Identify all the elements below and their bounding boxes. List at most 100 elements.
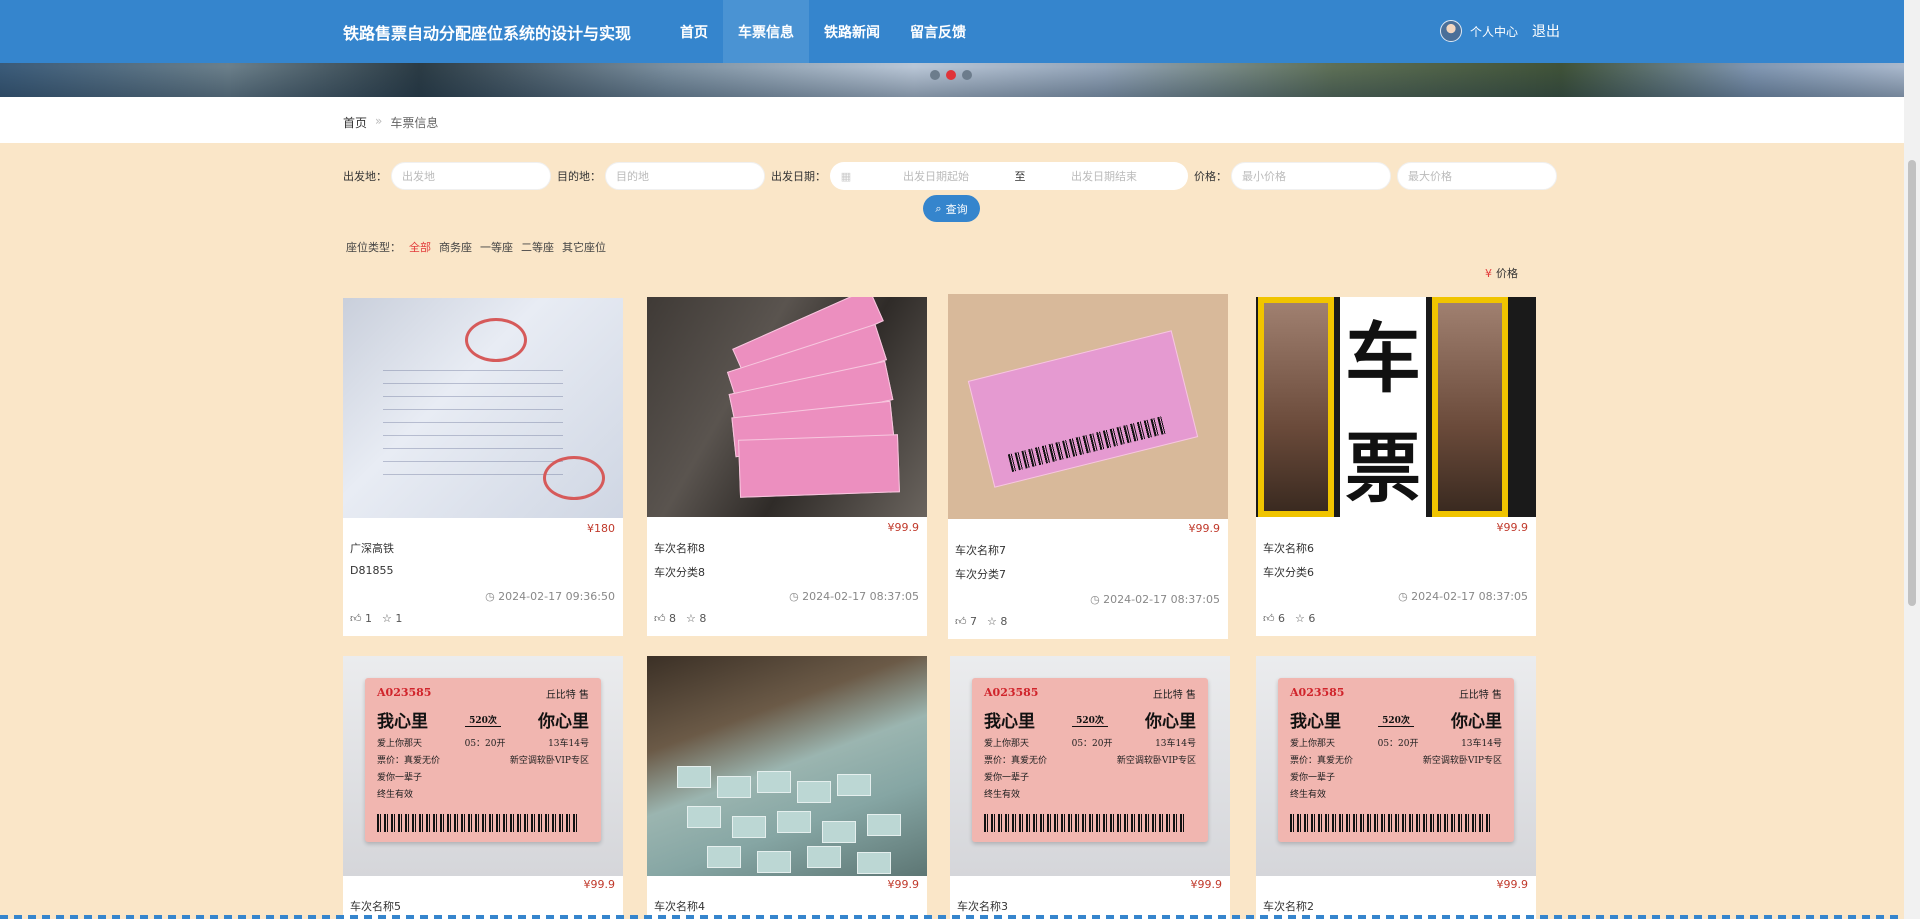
search-form: 出发地： 出发地 目的地： 目的地 出发日期： ▦ 出发日期起始 至 出发日期结… xyxy=(343,162,1563,190)
like-count[interactable]: 👍︎ 6 xyxy=(1263,612,1285,625)
ticket-time: ◷ 2024-02-17 09:36:50 xyxy=(485,590,615,603)
ticket-price: ¥99.9 xyxy=(887,521,920,534)
ticket-category: 车次分类6 xyxy=(1263,566,1314,579)
seat-filter-first[interactable]: 一等座 xyxy=(480,239,513,255)
ticket-image[interactable]: A023585 丘比特 售 我心里 520次 你心里 爱上你那天 05：20开 13车1… xyxy=(343,656,623,876)
thumbs-up-icon: 👍︎ xyxy=(955,615,967,628)
ticket-card[interactable]: 车 票 ¥99.9 车次名称6 车次分类6 ◷ 2024-02-17 08:37… xyxy=(1256,297,1536,636)
user-area: 个人中心 退出 xyxy=(1440,20,1560,42)
user-center-link[interactable]: 个人中心 xyxy=(1470,23,1518,40)
price-max-input[interactable]: 最大价格 xyxy=(1397,162,1557,190)
thumbs-up-icon: 👍︎ xyxy=(654,612,666,625)
ticket-card[interactable]: ¥99.9 车次名称7 车次分类7 ◷ 2024-02-17 08:37:05 … xyxy=(948,294,1228,639)
carousel-dots xyxy=(930,70,972,80)
ticket-card[interactable]: A023585 丘比特 售 我心里 520次 你心里 爱上你那天 05：20开 13车1… xyxy=(343,656,623,919)
bottom-divider xyxy=(0,915,1904,919)
site-title[interactable]: 铁路售票自动分配座位系统的设计与实现 xyxy=(343,20,631,44)
ticket-price: ¥99.9 xyxy=(1188,522,1221,535)
favorite-count[interactable]: ☆ 1 xyxy=(382,612,402,625)
destination-input[interactable]: 目的地 xyxy=(605,162,765,190)
vertical-scrollbar[interactable] xyxy=(1904,0,1920,919)
favorite-count[interactable]: ☆ 8 xyxy=(987,615,1007,628)
seat-filter-business[interactable]: 商务座 xyxy=(439,239,472,255)
ticket-card[interactable]: A023585 丘比特 售 我心里 520次 你心里 爱上你那天 05：20开 13车1… xyxy=(1256,656,1536,919)
favorite-count-value: 8 xyxy=(1000,615,1008,628)
date-range-picker[interactable]: ▦ 出发日期起始 至 出发日期结束 xyxy=(830,162,1188,190)
seat-filter-all[interactable]: 全部 xyxy=(409,239,431,255)
ticket-time-value: 2024-02-17 08:37:05 xyxy=(802,590,919,603)
ticket-name: 车次名称7 xyxy=(955,544,1006,557)
scrollbar-thumb[interactable] xyxy=(1908,160,1916,606)
date-end-input[interactable]: 出发日期结束 xyxy=(1030,168,1178,184)
star-icon: ☆ xyxy=(686,612,696,625)
calendar-icon: ▦ xyxy=(840,169,852,183)
ticket-image[interactable] xyxy=(647,297,927,517)
ticket-price: ¥99.9 xyxy=(1190,878,1223,891)
like-count[interactable]: 👍︎ 7 xyxy=(955,615,977,628)
favorite-count[interactable]: ☆ 8 xyxy=(686,612,706,625)
logout-link[interactable]: 退出 xyxy=(1532,21,1560,41)
seat-filter-second[interactable]: 二等座 xyxy=(521,239,554,255)
breadcrumb-bar: 首页 » 车票信息 xyxy=(0,97,1904,143)
ticket-card[interactable]: ¥180 广深高铁 D81855 ◷ 2024-02-17 09:36:50 👍… xyxy=(343,298,623,636)
carousel-dot[interactable] xyxy=(962,70,972,80)
thumbs-up-icon: 👍︎ xyxy=(1263,612,1275,625)
ticket-stats: 👍︎ 8 ☆ 8 xyxy=(654,612,706,625)
search-button[interactable]: ⌕ 查询 xyxy=(923,195,980,222)
favorite-count-value: 8 xyxy=(699,612,707,625)
ticket-name: 车次名称3 xyxy=(957,900,1008,913)
seat-type-filter: 座位类型： 全部 商务座 一等座 二等座 其它座位 xyxy=(346,239,606,255)
seat-filter-other[interactable]: 其它座位 xyxy=(562,239,606,255)
favorite-count-value: 1 xyxy=(395,612,403,625)
departure-input[interactable]: 出发地 xyxy=(391,162,551,190)
date-range-to: 至 xyxy=(1014,170,1026,183)
ticket-image[interactable]: A023585 丘比特 售 我心里 520次 你心里 爱上你那天 05：20开 13车1… xyxy=(1256,656,1536,876)
ticket-price: ¥99.9 xyxy=(1496,878,1529,891)
ticket-time-value: 2024-02-17 08:37:05 xyxy=(1411,590,1528,603)
clock-icon: ◷ xyxy=(1090,593,1100,606)
ticket-image[interactable]: 车 票 xyxy=(1256,297,1536,517)
departure-label: 出发地： xyxy=(343,170,387,183)
main-nav: 首页 车票信息 铁路新闻 留言反馈 xyxy=(665,0,981,63)
love-ticket: A023585 丘比特 售 我心里 520次 你心里 爱上你那天 05：20开 13车1… xyxy=(1278,678,1514,842)
ticket-image[interactable] xyxy=(647,656,927,876)
ticket-name: 车次名称8 xyxy=(654,542,705,555)
like-count-value: 7 xyxy=(970,615,977,628)
like-count[interactable]: 👍︎ 8 xyxy=(654,612,676,625)
nav-feedback[interactable]: 留言反馈 xyxy=(895,0,981,63)
love-ticket: A023585 丘比特 售 我心里 520次 你心里 爱上你那天 05：20开 13车1… xyxy=(972,678,1208,842)
ticket-card[interactable]: A023585 丘比特 售 我心里 520次 你心里 爱上你那天 05：20开 13车1… xyxy=(950,656,1230,919)
date-start-input[interactable]: 出发日期起始 xyxy=(862,168,1010,184)
breadcrumb-home[interactable]: 首页 xyxy=(343,114,367,131)
ticket-card[interactable]: ¥99.9 车次名称4 xyxy=(647,656,927,919)
price-label: 价格： xyxy=(1194,170,1227,183)
ticket-time: ◷ 2024-02-17 08:37:05 xyxy=(1090,593,1220,606)
nav-tickets[interactable]: 车票信息 xyxy=(723,0,809,63)
thumbs-up-icon: 👍︎ xyxy=(350,612,362,625)
carousel-dot[interactable] xyxy=(930,70,940,80)
date-label: 出发日期： xyxy=(771,170,826,183)
like-count[interactable]: 👍︎ 1 xyxy=(350,612,372,625)
avatar[interactable] xyxy=(1440,20,1462,42)
price-min-input[interactable]: 最小价格 xyxy=(1231,162,1391,190)
favorite-count[interactable]: ☆ 6 xyxy=(1295,612,1315,625)
ticket-name: 车次名称6 xyxy=(1263,542,1314,555)
ticket-image[interactable] xyxy=(343,298,623,518)
ticket-time: ◷ 2024-02-17 08:37:05 xyxy=(1398,590,1528,603)
search-button-label: 查询 xyxy=(945,202,968,216)
nav-news[interactable]: 铁路新闻 xyxy=(809,0,895,63)
sort-label: 价格 xyxy=(1496,267,1518,280)
nav-home[interactable]: 首页 xyxy=(665,0,723,63)
sort-by-price[interactable]: ¥ 价格 xyxy=(1485,265,1518,281)
ticket-price: ¥99.9 xyxy=(1496,521,1529,534)
top-header: 铁路售票自动分配座位系统的设计与实现 首页 车票信息 铁路新闻 留言反馈 个人中… xyxy=(0,0,1904,63)
ticket-price: ¥99.9 xyxy=(583,878,616,891)
carousel-dot-active[interactable] xyxy=(946,70,956,80)
ticket-card[interactable]: ¥99.9 车次名称8 车次分类8 ◷ 2024-02-17 08:37:05 … xyxy=(647,297,927,636)
ticket-image[interactable] xyxy=(948,294,1228,519)
ticket-stats: 👍︎ 1 ☆ 1 xyxy=(350,612,402,625)
ticket-price: ¥180 xyxy=(587,522,615,535)
ticket-image[interactable]: A023585 丘比特 售 我心里 520次 你心里 爱上你那天 05：20开 13车1… xyxy=(950,656,1230,876)
breadcrumb: 首页 » 车票信息 xyxy=(343,114,438,131)
seat-type-label: 座位类型： xyxy=(346,241,401,254)
